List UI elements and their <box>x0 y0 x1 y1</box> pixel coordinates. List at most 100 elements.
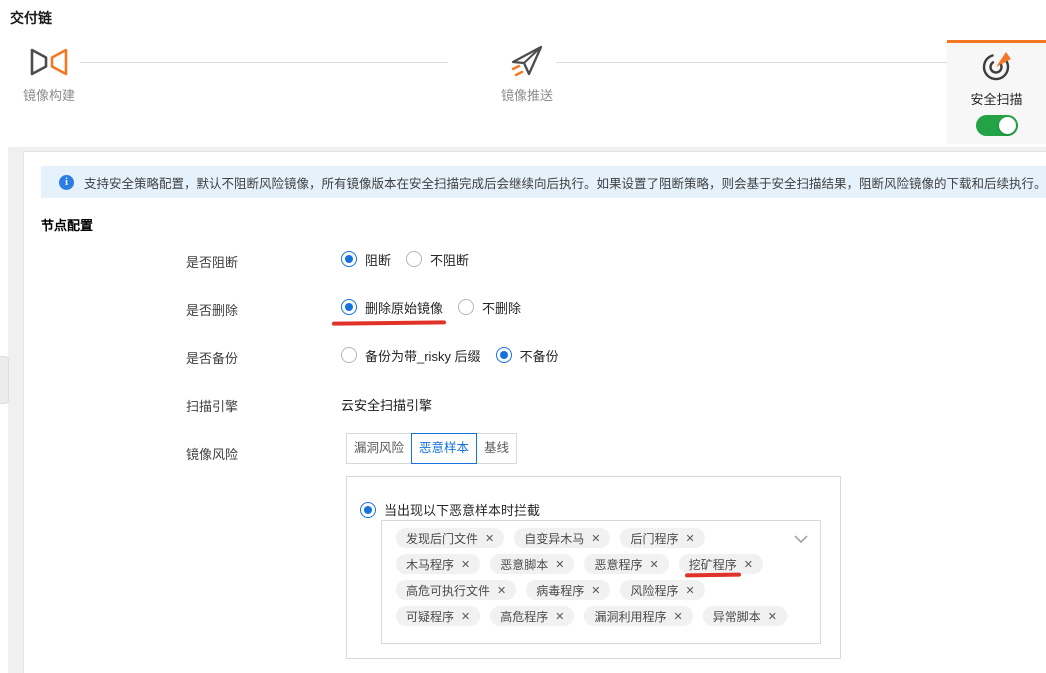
tab-malware-sample[interactable]: 恶意样本 <box>411 433 477 464</box>
malware-tag-label: 木马程序 <box>406 556 454 573</box>
tab-vulnerability-risk[interactable]: 漏洞风险 <box>346 433 412 464</box>
malware-tag-label: 恶意程序 <box>594 556 642 573</box>
malware-tag[interactable]: 挖矿程序 ✕ <box>679 554 763 574</box>
malware-tag-label: 挖矿程序 <box>689 556 737 573</box>
step-image-build: 镜像构建 <box>23 46 75 104</box>
malware-tag-label: 发现后门文件 <box>406 530 478 547</box>
malware-tag-label: 高危可执行文件 <box>406 582 490 599</box>
malware-tag[interactable]: 后门程序 ✕ <box>620 528 704 548</box>
radio-option-no-backup[interactable]: 不备份 <box>496 346 559 365</box>
malware-tag[interactable]: 风险程序 ✕ <box>620 580 704 600</box>
malware-tag-label: 自变异木马 <box>524 530 584 547</box>
malware-tag-label: 后门程序 <box>630 530 678 547</box>
page-title: 交付链 <box>10 8 52 28</box>
step-connector <box>556 62 947 63</box>
form-label-delete: 是否删除 <box>186 300 238 319</box>
drawer-handle[interactable] <box>0 356 9 404</box>
banner-text: 支持安全策略配置，默认不阻断风险镜像，所有镜像版本在安全扫描完成后会继续向后执行… <box>84 173 1046 192</box>
radio-option-backup-risky[interactable]: 备份为带_risky 后缀 <box>341 346 481 365</box>
remove-tag-icon[interactable]: ✕ <box>555 610 564 623</box>
malware-tag-label: 异常脚本 <box>713 608 761 625</box>
section-title: 节点配置 <box>41 215 93 234</box>
radio-circle <box>360 502 376 518</box>
radio-group-backup: 备份为带_risky 后缀 不备份 <box>341 346 559 364</box>
malware-tag-label: 风险程序 <box>630 582 678 599</box>
step-image-push: 镜像推送 <box>501 44 553 104</box>
form-label-backup: 是否备份 <box>186 348 238 367</box>
malware-tag[interactable]: 高危可执行文件 ✕ <box>396 580 516 600</box>
security-scan-icon <box>981 50 1013 85</box>
info-icon: i <box>59 175 74 190</box>
scan-engine-value: 云安全扫描引擎 <box>341 395 432 414</box>
step-connector <box>80 62 448 63</box>
image-build-icon <box>29 46 75 81</box>
remove-tag-icon[interactable]: ✕ <box>685 584 694 597</box>
radio-label: 不删除 <box>482 298 521 317</box>
step-label: 安全扫描 <box>970 89 1022 108</box>
radio-group-block: 阻断 不阻断 <box>341 250 469 268</box>
malware-tag-label: 可疑程序 <box>406 608 454 625</box>
tab-baseline[interactable]: 基线 <box>476 433 517 464</box>
form-label-engine: 扫描引擎 <box>186 396 238 415</box>
red-underline-annotation <box>685 572 741 576</box>
radio-circle <box>458 299 474 315</box>
malware-tag[interactable]: 恶意脚本 ✕ <box>490 554 574 574</box>
radio-label: 备份为带_risky 后缀 <box>365 346 481 365</box>
radio-label: 不备份 <box>520 346 559 365</box>
remove-tag-icon[interactable]: ✕ <box>461 610 470 623</box>
radio-option-block-yes[interactable]: 阻断 <box>341 250 391 269</box>
radio-circle <box>341 299 357 315</box>
radio-group-delete: 删除原始镜像 不删除 <box>341 298 521 316</box>
step-label: 镜像构建 <box>23 85 75 104</box>
node-config-panel: i 支持安全策略配置，默认不阻断风险镜像，所有镜像版本在安全扫描完成后会继续向后… <box>23 151 1046 673</box>
policy-info-banner: i 支持安全策略配置，默认不阻断风险镜像，所有镜像版本在安全扫描完成后会继续向后… <box>41 166 1046 198</box>
form-label-risk: 镜像风险 <box>186 444 238 463</box>
radio-option-no-delete[interactable]: 不删除 <box>458 298 521 317</box>
malware-tag-label: 恶意脚本 <box>500 556 548 573</box>
remove-tag-icon[interactable]: ✕ <box>461 558 470 571</box>
toggle-knob <box>999 117 1016 134</box>
remove-tag-icon[interactable]: ✕ <box>768 610 777 623</box>
step-label: 镜像推送 <box>501 85 553 104</box>
malware-tag-list: 发现后门文件✕自变异木马✕后门程序✕木马程序✕恶意脚本✕恶意程序✕挖矿程序✕高危… <box>396 528 788 626</box>
malware-tag-label: 漏洞利用程序 <box>594 608 666 625</box>
malware-tag[interactable]: 木马程序 ✕ <box>396 554 480 574</box>
radio-circle <box>341 347 357 363</box>
remove-tag-icon[interactable]: ✕ <box>591 532 600 545</box>
malware-tag-label: 高危程序 <box>500 608 548 625</box>
risk-tab-group: 漏洞风险 恶意样本 基线 <box>346 433 517 464</box>
malware-tag[interactable]: 高危程序 ✕ <box>490 606 574 626</box>
remove-tag-icon[interactable]: ✕ <box>744 558 753 571</box>
malware-tag[interactable]: 漏洞利用程序 ✕ <box>584 606 692 626</box>
remove-tag-icon[interactable]: ✕ <box>485 532 494 545</box>
radio-label: 当出现以下恶意样本时拦截 <box>384 500 540 519</box>
remove-tag-icon[interactable]: ✕ <box>685 532 694 545</box>
malware-tag[interactable]: 自变异木马 ✕ <box>514 528 610 548</box>
radio-circle <box>406 251 422 267</box>
remove-tag-icon[interactable]: ✕ <box>555 558 564 571</box>
malware-select[interactable]: 发现后门文件✕自变异木马✕后门程序✕木马程序✕恶意脚本✕恶意程序✕挖矿程序✕高危… <box>381 520 821 644</box>
radio-circle <box>341 251 357 267</box>
chevron-down-icon[interactable] <box>794 531 808 546</box>
image-push-icon <box>509 44 553 81</box>
remove-tag-icon[interactable]: ✕ <box>497 584 506 597</box>
remove-tag-icon[interactable]: ✕ <box>591 584 600 597</box>
remove-tag-icon[interactable]: ✕ <box>673 610 682 623</box>
remove-tag-icon[interactable]: ✕ <box>649 558 658 571</box>
malware-tag[interactable]: 异常脚本 ✕ <box>703 606 787 626</box>
malware-intercept-box: 当出现以下恶意样本时拦截 发现后门文件✕自变异木马✕后门程序✕木马程序✕恶意脚本… <box>346 476 841 659</box>
malware-tag[interactable]: 发现后门文件 ✕ <box>396 528 504 548</box>
step-security-scan[interactable]: 安全扫描 <box>947 40 1046 144</box>
malware-tag[interactable]: 可疑程序 ✕ <box>396 606 480 626</box>
red-underline-annotation <box>332 320 446 325</box>
malware-tag[interactable]: 恶意程序 ✕ <box>584 554 668 574</box>
radio-circle <box>496 347 512 363</box>
radio-label: 不阻断 <box>430 250 469 269</box>
malware-tag[interactable]: 病毒程序 ✕ <box>526 580 610 600</box>
radio-option-block-no[interactable]: 不阻断 <box>406 250 469 269</box>
radio-label: 阻断 <box>365 250 391 269</box>
malware-tag-label: 病毒程序 <box>536 582 584 599</box>
radio-option-intercept-malware[interactable]: 当出现以下恶意样本时拦截 <box>360 500 540 519</box>
security-scan-toggle[interactable] <box>976 115 1018 136</box>
radio-option-delete-original[interactable]: 删除原始镜像 <box>341 298 443 317</box>
